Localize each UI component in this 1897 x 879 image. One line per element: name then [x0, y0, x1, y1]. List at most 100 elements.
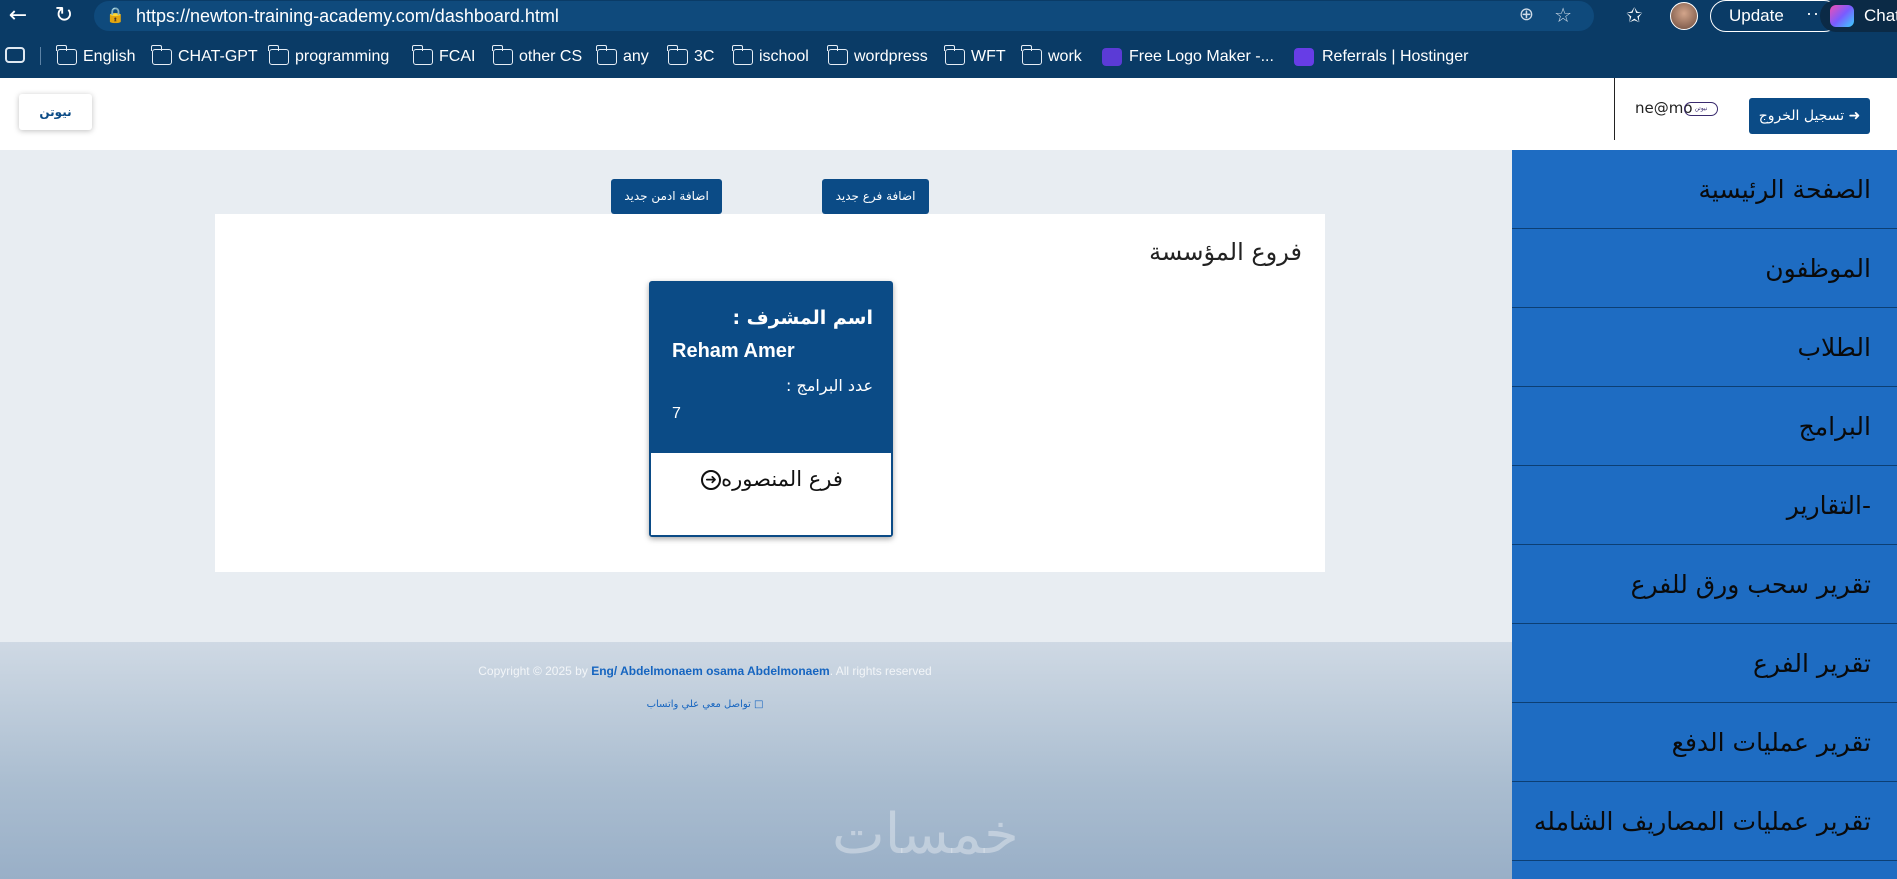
bookmark-fcai[interactable]: FCAI: [412, 45, 476, 68]
bookmarks-bar: English CHAT-GPT programming FCAI other …: [0, 44, 1897, 70]
whatsapp-link[interactable]: □ تواصل معي علي واتساب: [0, 699, 1410, 710]
logout-icon: ➜: [1848, 108, 1861, 124]
copyright-prefix: Copyright © 2025 by: [478, 664, 588, 678]
bookmark-3c[interactable]: 3C: [667, 45, 715, 68]
site-footer: Copyright © 2025 by Eng/ Abdelmonaem osa…: [0, 642, 1512, 879]
bookmark-label: work: [1048, 48, 1082, 65]
folder-icon: [268, 45, 289, 65]
logout-button[interactable]: تسجيل الخروج ➜: [1749, 98, 1870, 134]
branch-card[interactable]: اسم المشرف : Reham Amer عدد البرامج : 7 …: [649, 281, 893, 537]
bookmark-free-logo-maker[interactable]: Free Logo Maker -...: [1102, 46, 1274, 68]
sidebar-item-label: -التقارير: [1786, 491, 1871, 520]
bookmark-english[interactable]: English: [56, 45, 136, 68]
bookmark-work[interactable]: work: [1021, 45, 1082, 68]
supervisor-name: Reham Amer: [672, 340, 795, 362]
bookmark-wordpress[interactable]: wordpress: [827, 45, 928, 68]
logo-text: نيوتن: [39, 105, 72, 119]
folder-icon: [492, 45, 513, 65]
bookmark-label: other CS: [519, 48, 583, 65]
folder-icon: [1021, 45, 1042, 65]
browser-chrome: ← ↻ 🔒 https://newton-training-academy.co…: [0, 0, 1897, 78]
bookmarks-divider: [40, 47, 41, 65]
watermark-logo: خمسات: [832, 802, 1019, 867]
url-text[interactable]: https://newton-training-academy.com/dash…: [136, 6, 559, 27]
bookmark-label: CHAT-GPT: [178, 48, 258, 65]
folder-icon: [412, 45, 433, 65]
sidebar-item-label: تقرير عمليات المصاريف الشامله: [1533, 807, 1871, 836]
address-bar[interactable]: 🔒 https://newton-training-academy.com/da…: [94, 1, 1594, 31]
sidebar-item-employees[interactable]: الموظفون: [1512, 229, 1897, 308]
branch-link[interactable]: فرع المنصوره➜: [651, 453, 891, 535]
folder-icon: [827, 45, 848, 65]
branches-panel: فروع المؤسسة اسم المشرف : Reham Amer عدد…: [215, 214, 1325, 572]
author-link[interactable]: Eng/ Abdelmonaem osama Abdelmonaem: [591, 664, 830, 678]
copyright-text: Copyright © 2025 by Eng/ Abdelmonaem osa…: [0, 664, 1410, 678]
profile-avatar[interactable]: [1670, 2, 1698, 30]
bookmark-other-cs[interactable]: other CS: [492, 45, 583, 68]
bookmark-chat-gpt[interactable]: CHAT-GPT: [151, 45, 258, 68]
site-header: نيوتن ne@mo نيوتن تسجيل الخروج ➜: [0, 78, 1897, 150]
sidebar-item-branch-report[interactable]: تقرير الفرع: [1512, 624, 1897, 703]
bookmark-label: wordpress: [854, 48, 928, 65]
branch-link-row[interactable]: فرع المنصوره➜: [651, 467, 891, 491]
bookmark-label: any: [623, 48, 649, 65]
star-icon[interactable]: ☆: [1554, 3, 1572, 27]
folder-icon: [732, 45, 753, 65]
folder-icon: [667, 45, 688, 65]
logout-label: تسجيل الخروج: [1758, 108, 1845, 124]
bookmark-programming[interactable]: programming: [268, 45, 390, 68]
whatsapp-icon: □: [753, 699, 764, 710]
folder-icon: [56, 45, 77, 65]
sidebar-item-expenses-report[interactable]: تقرير عمليات المصاريف الشامله: [1512, 782, 1897, 861]
site-logo[interactable]: نيوتن: [19, 94, 92, 130]
programs-count: 7: [672, 405, 681, 422]
sidebar-item-programs[interactable]: البرامج: [1512, 387, 1897, 466]
sidebar: الصفحة الرئيسية الموظفون الطلاب البرامج …: [1512, 150, 1897, 879]
sidebar-item-home[interactable]: الصفحة الرئيسية: [1512, 150, 1897, 229]
add-admin-button[interactable]: اضافة ادمن جديد: [611, 179, 722, 214]
sidebar-item-paper-report[interactable]: تقرير سحب ورق للفرع: [1512, 545, 1897, 624]
header-divider: [1614, 78, 1615, 140]
site-info-icon[interactable]: 🔒: [106, 6, 125, 24]
split-screen-icon[interactable]: [5, 47, 25, 63]
bookmark-hostinger[interactable]: Referrals | Hostinger: [1294, 46, 1468, 68]
update-label: Update: [1729, 6, 1784, 25]
bookmark-label: Free Logo Maker -...: [1129, 48, 1274, 65]
bookmark-label: WFT: [971, 48, 1006, 65]
favorites-icon[interactable]: ✩: [1626, 3, 1643, 27]
folder-icon: [596, 45, 617, 65]
user-badge: نيوتن: [1684, 102, 1718, 116]
bookmark-label: FCAI: [439, 48, 476, 65]
bookmark-label: Referrals | Hostinger: [1322, 48, 1469, 65]
folder-icon: [151, 45, 172, 65]
chat-button[interactable]: Chat: [1820, 0, 1897, 32]
sidebar-item-payments-report[interactable]: تقرير عمليات الدفع: [1512, 703, 1897, 782]
sidebar-item-label: تقرير الفرع: [1752, 649, 1871, 678]
rights-text: . All rights reserved: [829, 664, 932, 678]
zoom-icon[interactable]: ⊕: [1519, 4, 1534, 25]
sidebar-item-label: تقرير عمليات الدفع: [1671, 728, 1871, 757]
bookmark-label: ischool: [759, 48, 809, 65]
sidebar-item-label: البرامج: [1798, 412, 1871, 441]
folder-icon: [944, 45, 965, 65]
back-arrow-icon[interactable]: ←: [6, 4, 30, 28]
hostinger-icon: [1294, 48, 1314, 66]
bookmark-any[interactable]: any: [596, 45, 649, 68]
bookmark-label: 3C: [694, 48, 715, 65]
whatsapp-label: تواصل معي علي واتساب: [646, 699, 751, 710]
sidebar-item-reports[interactable]: -التقارير: [1512, 466, 1897, 545]
bookmark-label: programming: [295, 48, 390, 65]
bookmark-ischool[interactable]: ischool: [732, 45, 809, 68]
sidebar-item-label: الطلاب: [1797, 333, 1871, 362]
bookmark-label: English: [83, 48, 136, 65]
branch-name: فرع المنصوره: [721, 467, 843, 491]
bookmark-wft[interactable]: WFT: [944, 45, 1006, 68]
add-branch-button[interactable]: اضافة فرع جديد: [822, 179, 929, 214]
sidebar-item-students[interactable]: الطلاب: [1512, 308, 1897, 387]
programs-count-label: عدد البرامج :: [786, 376, 873, 395]
logo-maker-icon: [1102, 48, 1122, 66]
reload-icon[interactable]: ↻: [52, 4, 76, 28]
sidebar-item-label: الصفحة الرئيسية: [1698, 175, 1872, 204]
page-title: فروع المؤسسة: [1149, 238, 1302, 266]
arrow-right-circle-icon: ➜: [701, 470, 722, 490]
